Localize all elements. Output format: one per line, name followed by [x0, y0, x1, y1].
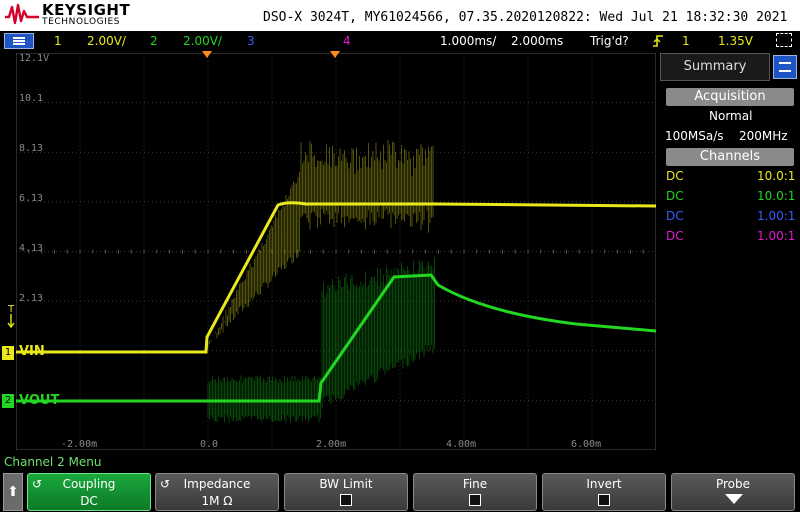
- acquisition-header: Acquisition: [666, 88, 794, 106]
- menu-up-button[interactable]: ⬆: [3, 473, 23, 511]
- trigger-position-marker[interactable]: [202, 51, 212, 58]
- time-scale[interactable]: 2.000ms: [511, 34, 563, 48]
- ch1-ground-marker[interactable]: 1: [2, 346, 14, 360]
- y-tick-label: 2.13: [19, 293, 43, 304]
- bandwidth: 200MHz: [739, 129, 788, 143]
- coupling-value: DC: [80, 494, 98, 508]
- ch1-number[interactable]: 1: [54, 34, 62, 48]
- ch4-probe-ratio: 1.00:1: [757, 229, 796, 243]
- impedance-label: Impedance: [183, 477, 251, 491]
- ch4-number[interactable]: 4: [343, 34, 351, 48]
- ch2-ground-marker[interactable]: 2: [2, 394, 14, 408]
- ch2-coupling: DC: [666, 189, 684, 203]
- impedance-softkey[interactable]: ↺ Impedance 1M Ω: [155, 473, 279, 511]
- waveform-display[interactable]: 12.1V 10.1 8.13 6.13 4.13 2.13 -2.00m 0.0 2.00m…: [16, 53, 656, 450]
- time-position[interactable]: 1.000ms/: [440, 34, 496, 48]
- arrow-up-icon: ⬆: [7, 484, 19, 500]
- invert-softkey[interactable]: Invert: [542, 473, 666, 511]
- summary-tab[interactable]: Summary: [660, 53, 770, 81]
- brand-subtitle: TECHNOLOGIES: [42, 17, 121, 27]
- probe-softkey[interactable]: Probe: [671, 473, 795, 511]
- invert-label: Invert: [586, 477, 622, 491]
- coupling-label: Coupling: [62, 477, 116, 491]
- main-menu-button[interactable]: [4, 33, 34, 49]
- trigger-edge-icon: [653, 35, 663, 47]
- ch4-coupling: DC: [666, 229, 684, 243]
- list-icon: [779, 62, 791, 72]
- invert-checkbox[interactable]: [598, 494, 610, 506]
- channels-header: Channels: [666, 148, 794, 166]
- menu-title: Channel 2 Menu: [4, 455, 102, 469]
- time-reference-marker[interactable]: [330, 51, 340, 58]
- y-tick-label: 10.1: [19, 93, 43, 104]
- menu-icon: [13, 37, 25, 45]
- fine-softkey[interactable]: Fine: [413, 473, 537, 511]
- trigger-channel[interactable]: 1: [682, 34, 690, 48]
- trigger-level-arrow-icon: [7, 314, 15, 328]
- sample-rate: 100MSa/s: [665, 129, 724, 143]
- trigger-level[interactable]: 1.35V: [718, 34, 753, 48]
- ch1-coupling: DC: [666, 169, 684, 183]
- fine-label: Fine: [462, 477, 488, 491]
- zoom-icon[interactable]: [776, 33, 792, 47]
- y-tick-label: 8.13: [19, 143, 43, 154]
- title-bar: KEYSIGHT TECHNOLOGIES DSO-X 3024T, MY610…: [0, 0, 800, 31]
- x-tick-label: 2.00m: [316, 439, 346, 450]
- y-tick-label: 4.13: [19, 243, 43, 254]
- y-tick-label: 6.13: [19, 193, 43, 204]
- y-tick-label: 12.1V: [19, 53, 49, 64]
- ch1-label: VIN: [19, 344, 45, 359]
- panel-menu-button[interactable]: [773, 55, 797, 79]
- ch3-coupling: DC: [666, 209, 684, 223]
- keysight-logo-icon: [5, 3, 39, 25]
- status-bar: 1 2.00V/ 2 2.00V/ 3 4 1.000ms/ 2.000ms T…: [0, 31, 800, 51]
- acquisition-mode: Normal: [709, 109, 753, 123]
- ch2-label: VOUT: [19, 393, 60, 408]
- ch2-scale[interactable]: 2.00V/: [183, 34, 222, 48]
- impedance-value: 1M Ω: [201, 494, 233, 508]
- fine-checkbox[interactable]: [469, 494, 481, 506]
- ch3-number[interactable]: 3: [247, 34, 255, 48]
- ch3-probe-ratio: 1.00:1: [757, 209, 796, 223]
- x-tick-label: 4.00m: [446, 439, 476, 450]
- instrument-title: DSO-X 3024T, MY61024566, 07.35.202012082…: [263, 10, 788, 25]
- x-tick-label: 0.0: [200, 439, 218, 450]
- info-panel: Summary Acquisition Normal 100MSa/s 200M…: [660, 53, 800, 450]
- ch1-scale[interactable]: 2.00V/: [87, 34, 126, 48]
- coupling-softkey[interactable]: ↺ Coupling DC: [27, 473, 151, 511]
- probe-label: Probe: [715, 477, 751, 491]
- ch2-probe-ratio: 10.0:1: [757, 189, 796, 203]
- ch1-probe-ratio: 10.0:1: [757, 169, 796, 183]
- bw-limit-label: BW Limit: [319, 477, 373, 491]
- x-tick-label: 6.00m: [571, 439, 601, 450]
- x-tick-label: -2.00m: [61, 439, 97, 450]
- submenu-arrow-icon: [725, 494, 743, 504]
- trigger-state: Trig'd?: [590, 34, 629, 48]
- bw-limit-softkey[interactable]: BW Limit: [284, 473, 408, 511]
- softkey-bar: ⬆ ↺ Coupling DC ↺ Impedance 1M Ω BW Limi…: [0, 472, 800, 512]
- ch2-number[interactable]: 2: [150, 34, 158, 48]
- bw-limit-checkbox[interactable]: [340, 494, 352, 506]
